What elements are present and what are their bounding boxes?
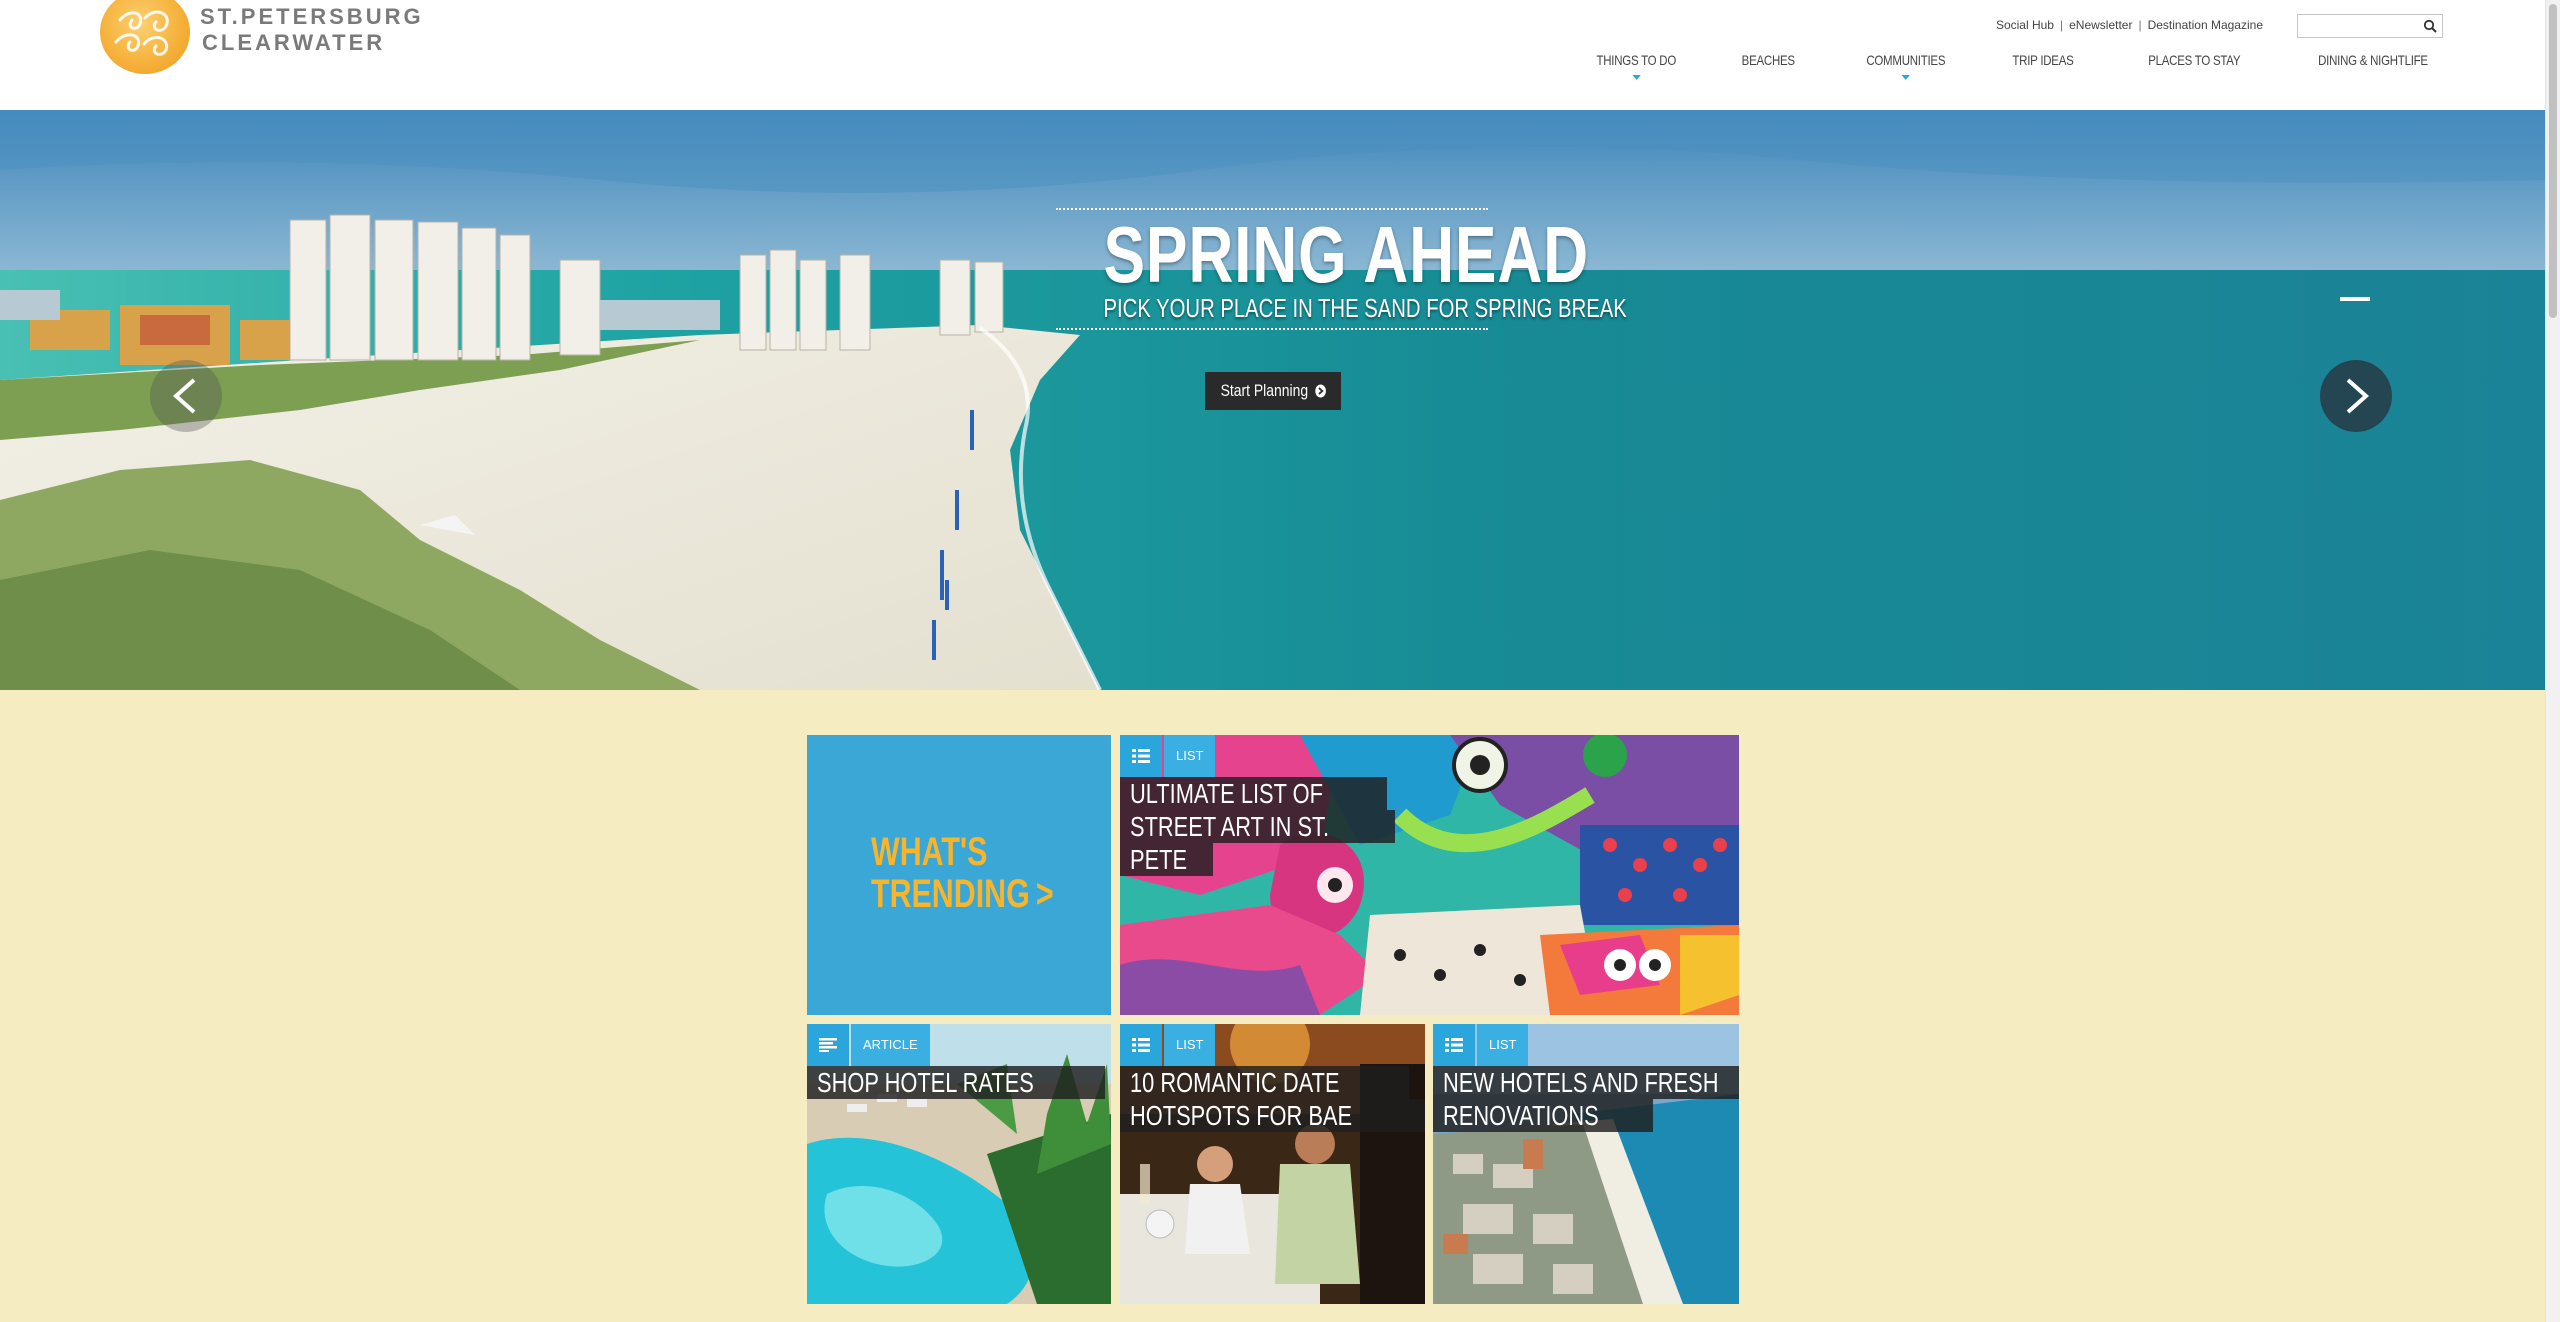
logo-line-1: ST.PETERSBURG (200, 4, 424, 29)
nav-dining-nightlife[interactable]: DINING & NIGHTLIFE (2318, 52, 2428, 68)
nav-label: BEACHES (1741, 52, 1796, 68)
title-line: 10 ROMANTIC DATE (1130, 1067, 1340, 1098)
article-icon (807, 1024, 849, 1066)
nav-trip-ideas[interactable]: TRIP IDEAS (2013, 52, 2074, 68)
list-icon (1433, 1024, 1475, 1066)
tile-title: 10 ROMANTIC DATE HOTSPOTS FOR BAE (1120, 1066, 1425, 1132)
list-icon (1120, 1024, 1162, 1066)
chevron-right-icon: > (1035, 872, 1054, 916)
logo-line-2: CLEARWATER (202, 30, 386, 55)
title-line: NEW HOTELS AND FRESH (1443, 1067, 1719, 1098)
main-nav: THINGS TO DO BEACHES COMMUNITIES TRIP ID… (1525, 52, 2428, 80)
nav-places-to-stay[interactable]: PLACES TO STAY (2148, 52, 2240, 68)
list-icon (1120, 735, 1162, 777)
content-type-badge: ARTICLE (807, 1024, 930, 1066)
search-input[interactable] (2298, 15, 2416, 37)
title-line: RENOVATIONS (1443, 1100, 1599, 1131)
social-hub-link[interactable]: Social Hub (1996, 18, 2054, 32)
dropdown-caret-icon (1901, 75, 1910, 80)
search-box (2297, 14, 2443, 38)
start-planning-label: Start Planning (1220, 381, 1308, 400)
tile-title: NEW HOTELS AND FRESH RENOVATIONS (1433, 1066, 1739, 1132)
enewsletter-link[interactable]: eNewsletter (2069, 18, 2132, 32)
content-type-label: LIST (1164, 735, 1216, 777)
content-type-badge: LIST (1120, 735, 1216, 777)
romantic-date-tile[interactable]: LIST 10 ROMANTIC DATE HOTSPOTS FOR BAE (1120, 1024, 1425, 1304)
hero-title: SPRING AHEAD (1103, 210, 1590, 299)
title-line: SHOP HOTEL RATES (817, 1067, 1034, 1098)
title-line: STREET ART IN ST. (1130, 811, 1330, 842)
nav-things-to-do[interactable]: THINGS TO DO (1596, 52, 1677, 80)
sun-logo-icon (100, 0, 190, 74)
whats-trending-heading: WHAT'S TRENDING > (871, 831, 1054, 915)
hero-carousel: SPRING AHEAD PICK YOUR PLACE IN THE SAND… (0, 110, 2545, 690)
tile-title: SHOP HOTEL RATES (807, 1066, 1105, 1099)
tile-title: ULTIMATE LIST OF STREET ART IN ST. PETE (1120, 777, 1396, 876)
content-type-label: ARTICLE (851, 1024, 930, 1066)
title-line: HOTSPOTS FOR BAE (1130, 1100, 1353, 1131)
start-planning-button[interactable]: Start Planning (1205, 372, 1341, 410)
trending-grid: WHAT'S TRENDING > LIST ULTIMATE LIST OF … (807, 735, 1739, 1305)
scrollbar-thumb[interactable] (2549, 4, 2557, 318)
chevron-left-icon (172, 378, 196, 414)
site-header: ST.PETERSBURG CLEARWATER Social Hub | eNew… (0, 0, 2545, 110)
chevron-right-icon (2346, 378, 2370, 414)
dropdown-caret-icon (1632, 75, 1641, 80)
page-scrollbar[interactable] (2545, 0, 2560, 1322)
content-type-label: LIST (1477, 1024, 1529, 1066)
content-type-label: LIST (1164, 1024, 1216, 1066)
nav-label: COMMUNITIES (1866, 52, 1946, 68)
separator: | (2138, 18, 2142, 32)
nav-label: PLACES TO STAY (2148, 52, 2241, 68)
utility-links: Social Hub | eNewsletter | Destination Magaz… (1996, 18, 2263, 32)
shop-hotel-rates-tile[interactable]: ARTICLE SHOP HOTEL RATES (807, 1024, 1111, 1304)
hero-subtitle: PICK YOUR PLACE IN THE SAND FOR SPRING B… (1103, 293, 1627, 323)
site-logo[interactable]: ST.PETERSBURG CLEARWATER (100, 0, 421, 80)
nav-communities[interactable]: COMMUNITIES (1866, 52, 1946, 80)
street-art-tile[interactable]: LIST ULTIMATE LIST OF STREET ART IN ST. … (1120, 735, 1739, 1015)
trending-line-2: TRENDING (871, 872, 1030, 916)
nav-label: THINGS TO DO (1596, 52, 1677, 68)
nav-label: TRIP IDEAS (2012, 52, 2074, 68)
trending-line-1: WHAT'S (871, 830, 988, 874)
bottom-dotted-rule (1056, 328, 1488, 330)
arrow-circle-right-icon (1314, 384, 1326, 398)
separator: | (2059, 18, 2064, 32)
nav-beaches[interactable]: BEACHES (1742, 52, 1795, 68)
new-hotels-tile[interactable]: LIST NEW HOTELS AND FRESH RENOVATIONS (1433, 1024, 1739, 1304)
destination-magazine-link[interactable]: Destination Magazine (2148, 18, 2263, 32)
hero-headline: SPRING AHEAD PICK YOUR PLACE IN THE SAND… (1056, 208, 1627, 330)
carousel-next-button[interactable] (2320, 360, 2392, 432)
title-line: ULTIMATE LIST OF (1130, 778, 1323, 809)
nav-label: DINING & NIGHTLIFE (2318, 52, 2428, 68)
search-icon[interactable] (2423, 19, 2437, 33)
content-type-badge: LIST (1433, 1024, 1529, 1066)
content-type-badge: LIST (1120, 1024, 1216, 1066)
carousel-prev-button[interactable] (150, 360, 222, 432)
title-line: PETE (1130, 844, 1188, 875)
whats-trending-tile[interactable]: WHAT'S TRENDING > (807, 735, 1111, 1015)
